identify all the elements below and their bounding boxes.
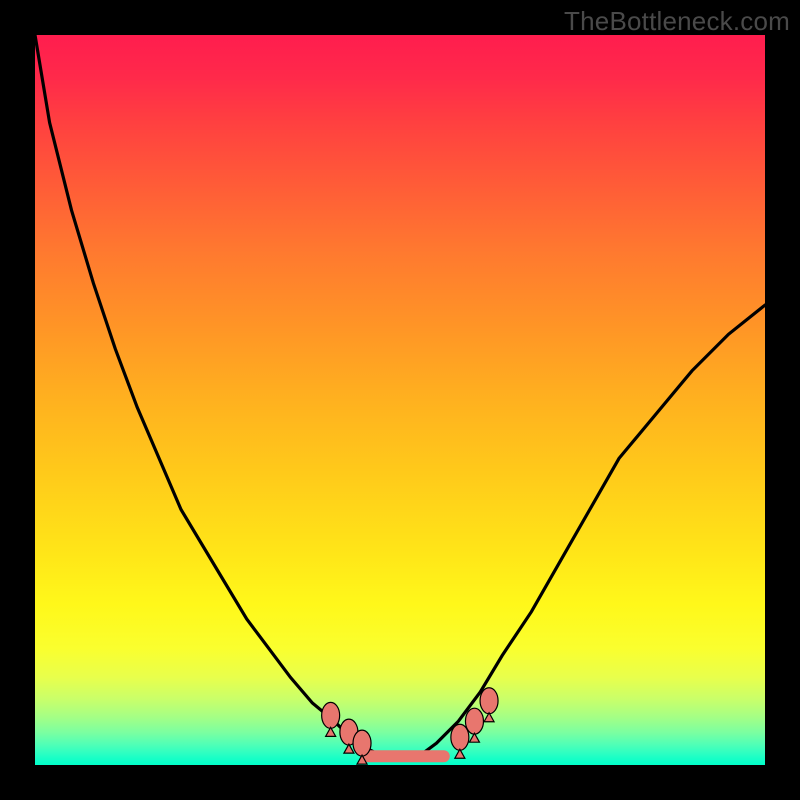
curve-marker [353, 730, 371, 764]
chart-container: TheBottleneck.com [0, 0, 800, 800]
curve-marker [322, 702, 340, 736]
watermark-label: TheBottleneck.com [564, 6, 790, 37]
plot-area [35, 35, 765, 765]
curve-marker [451, 724, 469, 758]
markers-layer [35, 35, 765, 765]
